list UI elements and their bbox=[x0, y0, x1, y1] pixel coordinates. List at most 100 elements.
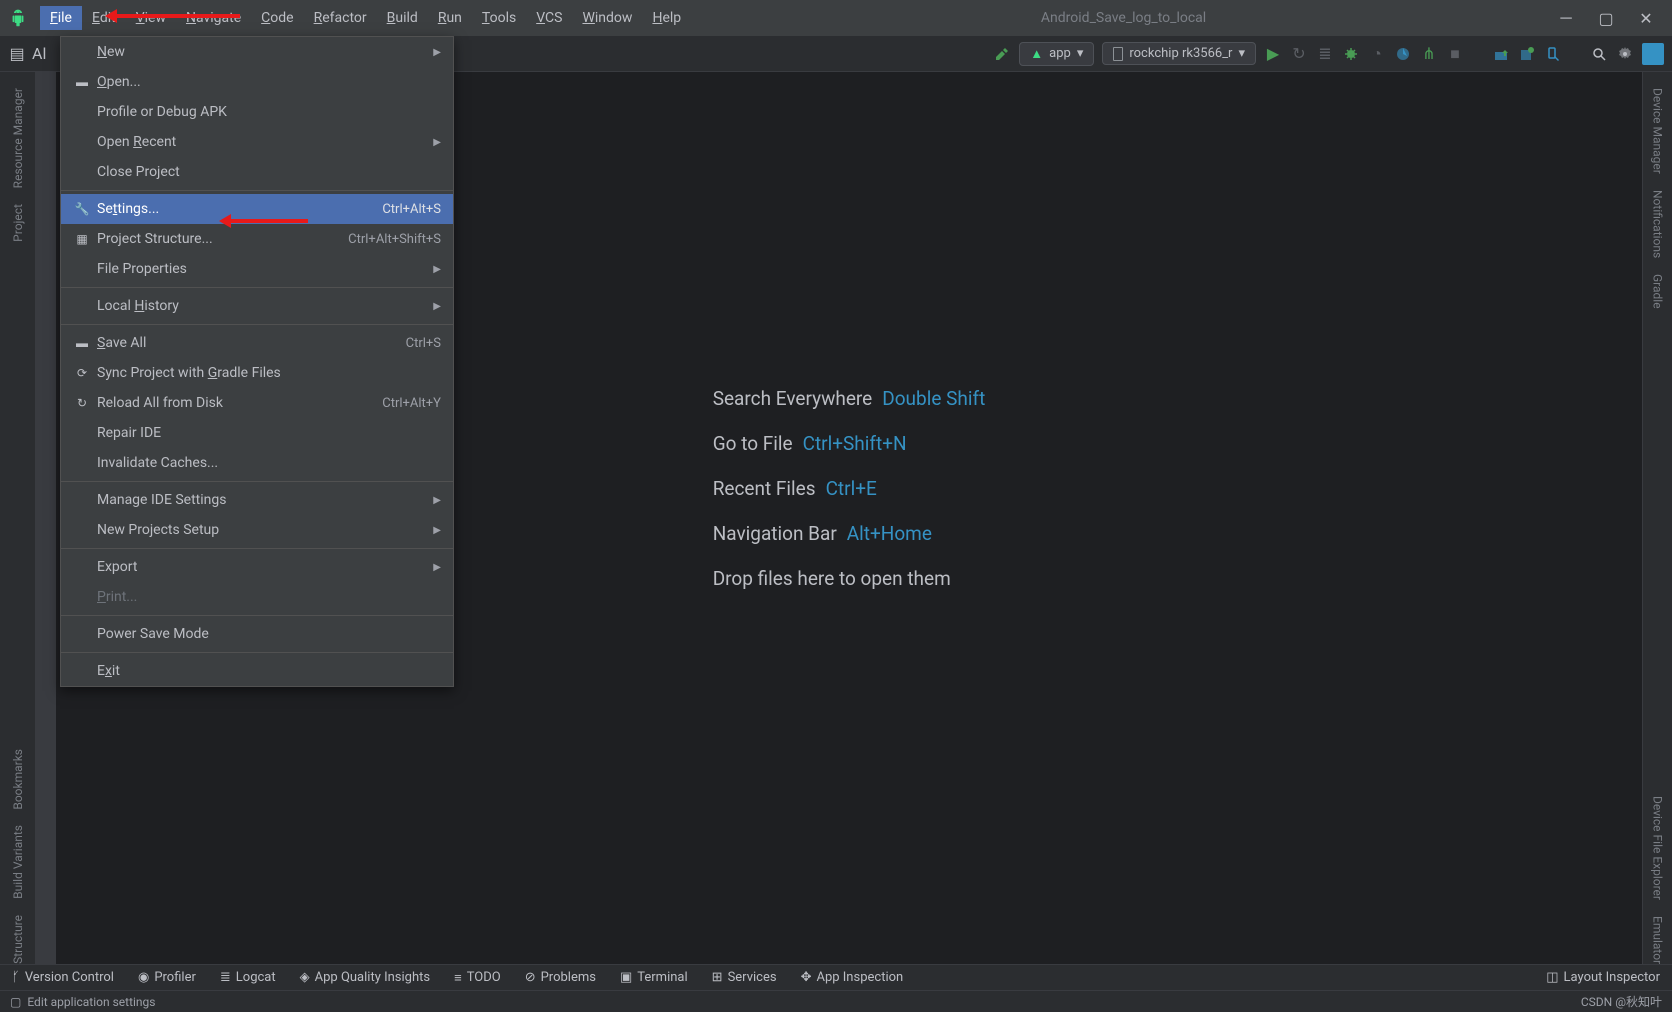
search-icon[interactable] bbox=[1590, 45, 1608, 63]
breadcrumb[interactable]: Al bbox=[32, 44, 46, 63]
menu-code[interactable]: Code bbox=[251, 6, 303, 30]
tool-profiler[interactable]: ◉Profiler bbox=[138, 970, 196, 986]
agp-upgrade-icon[interactable] bbox=[1492, 45, 1510, 63]
bottom-tool-bar: ᚶVersion Control ◉Profiler ≣Logcat ◈App Qua… bbox=[0, 964, 1672, 990]
menu-item-manage-ide-settings[interactable]: Manage IDE Settings▶ bbox=[61, 485, 453, 515]
profile-icon[interactable] bbox=[1394, 45, 1412, 63]
project-stripe[interactable] bbox=[36, 72, 56, 972]
run-config-selector[interactable]: ▲ app ▾ bbox=[1019, 42, 1094, 66]
menu-navigate[interactable]: Navigate bbox=[176, 6, 251, 30]
tool-icon: ✥ bbox=[801, 970, 812, 985]
menu-item-label: File Properties bbox=[97, 261, 433, 277]
menu-item-label: Local History bbox=[97, 298, 433, 314]
layout-inspector-button[interactable]: ◫ Layout Inspector bbox=[1546, 970, 1660, 985]
sync-icon: ⟳ bbox=[73, 366, 91, 380]
menu-vcs[interactable]: VCS bbox=[526, 6, 572, 30]
menu-item-label: Power Save Mode bbox=[97, 626, 441, 642]
menu-item-sync-project-with-gradle-files[interactable]: ⟳Sync Project with Gradle Files bbox=[61, 358, 453, 388]
menu-item-project-structure[interactable]: ▦Project Structure...Ctrl+Alt+Shift+S bbox=[61, 224, 453, 254]
menu-shortcut: Ctrl+Alt+S bbox=[382, 202, 441, 217]
menu-item-open-recent[interactable]: Open Recent▶ bbox=[61, 127, 453, 157]
tool-app-quality-insights[interactable]: ◈App Quality Insights bbox=[300, 970, 430, 986]
menu-help[interactable]: Help bbox=[642, 6, 691, 30]
save-icon: ▬ bbox=[73, 336, 91, 350]
menu-item-power-save-mode[interactable]: Power Save Mode bbox=[61, 619, 453, 649]
coverage-icon[interactable]: ◔ bbox=[1368, 45, 1386, 63]
tool-logcat[interactable]: ≣Logcat bbox=[220, 970, 276, 986]
device-selector[interactable]: rockchip rk3566_r ▾ bbox=[1102, 42, 1256, 65]
user-avatar[interactable] bbox=[1642, 43, 1664, 65]
file-menu-dropdown: New▶▬Open... Profile or Debug APK Open Rec… bbox=[60, 36, 454, 687]
tool-icon: ▣ bbox=[620, 970, 632, 985]
menu-item-repair-ide[interactable]: Repair IDE bbox=[61, 418, 453, 448]
hammer-icon[interactable] bbox=[993, 45, 1011, 63]
menu-item-invalidate-caches[interactable]: Invalidate Caches... bbox=[61, 448, 453, 478]
layout-inspector-icon: ◫ bbox=[1546, 970, 1558, 985]
close-button[interactable]: ✕ bbox=[1636, 8, 1656, 28]
chevron-right-icon: ▶ bbox=[433, 562, 441, 573]
menu-tools[interactable]: Tools bbox=[472, 6, 526, 30]
menu-item-label: Close Project bbox=[97, 164, 441, 180]
menu-build[interactable]: Build bbox=[377, 6, 428, 30]
menu-item-open[interactable]: ▬Open... bbox=[61, 67, 453, 97]
minimize-button[interactable]: ─ bbox=[1556, 8, 1576, 28]
structure-icon: ▦ bbox=[73, 232, 91, 246]
menu-item-profile-or-debug-apk[interactable]: Profile or Debug APK bbox=[61, 97, 453, 127]
menu-shortcut: Ctrl+Alt+Y bbox=[382, 396, 441, 411]
run-config-label: app bbox=[1049, 46, 1071, 61]
run-icon[interactable]: ▶ bbox=[1264, 45, 1282, 63]
menu-item-file-properties[interactable]: File Properties▶ bbox=[61, 254, 453, 284]
menu-window[interactable]: Window bbox=[572, 6, 642, 30]
menu-item-label: Print... bbox=[97, 589, 441, 605]
tool-build-variants[interactable]: Build Variants bbox=[11, 817, 25, 907]
menu-file[interactable]: File bbox=[40, 6, 82, 30]
tool-emulator[interactable]: Emulator bbox=[1651, 908, 1665, 972]
tool-device-manager[interactable]: Device Manager bbox=[1651, 80, 1665, 182]
debug-icon[interactable] bbox=[1342, 45, 1360, 63]
stop-icon[interactable]: ■ bbox=[1446, 45, 1464, 63]
menu-item-label: Profile or Debug APK bbox=[97, 104, 441, 120]
menu-view[interactable]: View bbox=[126, 6, 176, 30]
device-icon bbox=[1113, 47, 1123, 61]
tool-services[interactable]: ⊞Services bbox=[712, 970, 777, 986]
maximize-button[interactable]: ▢ bbox=[1596, 8, 1616, 28]
welcome-hint: Go to FileCtrl+Shift+N bbox=[713, 432, 986, 455]
menu-refactor[interactable]: Refactor bbox=[304, 6, 377, 30]
menu-item-save-all[interactable]: ▬Save AllCtrl+S bbox=[61, 328, 453, 358]
avd-manager-icon[interactable] bbox=[1544, 45, 1562, 63]
tool-icon: ⊘ bbox=[525, 970, 536, 985]
tool-notifications[interactable]: Notifications bbox=[1651, 182, 1665, 266]
menu-item-reload-all-from-disk[interactable]: ↻Reload All from DiskCtrl+Alt+Y bbox=[61, 388, 453, 418]
tool-resource-manager[interactable]: Resource Manager bbox=[11, 80, 25, 196]
chevron-down-icon: ▾ bbox=[1238, 46, 1245, 61]
menu-item-new-projects-setup[interactable]: New Projects Setup▶ bbox=[61, 515, 453, 545]
menu-item-close-project[interactable]: Close Project bbox=[61, 157, 453, 187]
step-icon[interactable]: ≣ bbox=[1316, 45, 1334, 63]
menu-item-local-history[interactable]: Local History▶ bbox=[61, 291, 453, 321]
menu-run[interactable]: Run bbox=[428, 6, 472, 30]
menu-item-new[interactable]: New▶ bbox=[61, 37, 453, 67]
rerun-icon[interactable]: ↻ bbox=[1290, 45, 1308, 63]
menu-item-exit[interactable]: Exit bbox=[61, 656, 453, 686]
chevron-right-icon: ▶ bbox=[433, 495, 441, 506]
sdk-manager-icon[interactable] bbox=[1518, 45, 1536, 63]
tool-terminal[interactable]: ▣Terminal bbox=[620, 970, 688, 986]
menu-item-label: Invalidate Caches... bbox=[97, 455, 441, 471]
chevron-down-icon: ▾ bbox=[1077, 46, 1084, 61]
tool-todo[interactable]: ≡TODO bbox=[454, 970, 501, 986]
tool-project[interactable]: Project bbox=[11, 196, 25, 250]
tool-icon: ◈ bbox=[300, 970, 310, 985]
menu-item-export[interactable]: Export▶ bbox=[61, 552, 453, 582]
tool-icon: ≡ bbox=[454, 970, 462, 986]
settings-icon[interactable] bbox=[1616, 45, 1634, 63]
tool-gradle[interactable]: Gradle bbox=[1651, 266, 1665, 317]
menu-item-print[interactable]: Print... bbox=[61, 582, 453, 612]
tool-structure[interactable]: Structure bbox=[11, 907, 25, 972]
tool-device-file-explorer[interactable]: Device File Explorer bbox=[1651, 788, 1665, 908]
watermark: CSDN @秋知叶 bbox=[1581, 993, 1662, 1010]
attach-debugger-icon[interactable]: ⋔ bbox=[1420, 45, 1438, 63]
tool-version-control[interactable]: ᚶVersion Control bbox=[12, 970, 114, 986]
tool-app-inspection[interactable]: ✥App Inspection bbox=[801, 970, 904, 986]
tool-problems[interactable]: ⊘Problems bbox=[525, 970, 596, 986]
tool-bookmarks[interactable]: Bookmarks bbox=[11, 741, 25, 818]
